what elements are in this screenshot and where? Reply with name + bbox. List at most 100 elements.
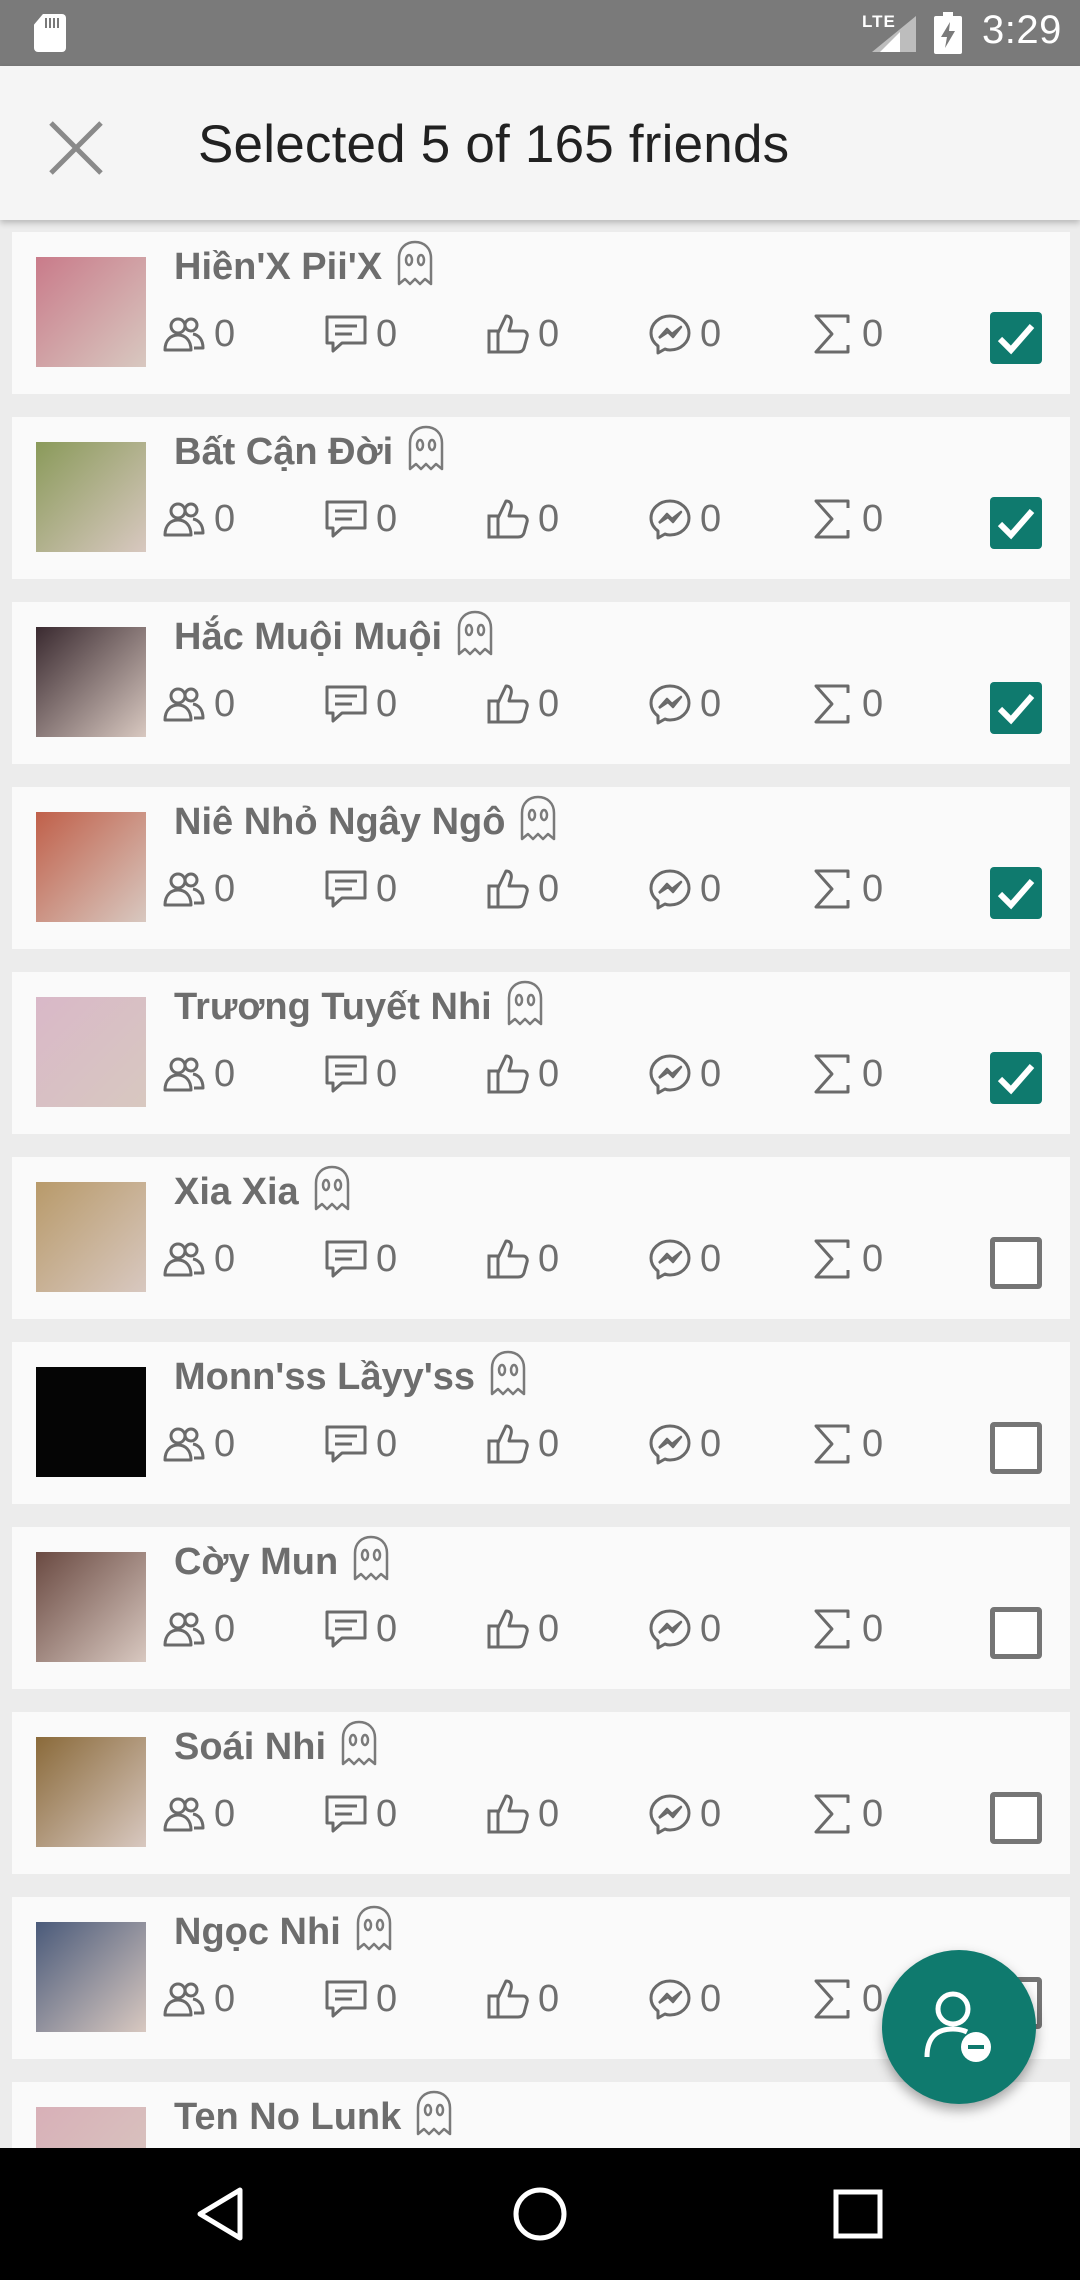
stat-value: 0 — [862, 1793, 884, 1835]
stat-value: 0 — [376, 1978, 398, 2020]
friend-name: Hiền'X Pii'X — [174, 240, 434, 296]
ghost-icon — [313, 1165, 351, 1221]
stat-value: 0 — [214, 868, 236, 910]
stat-value: 0 — [700, 868, 722, 910]
stat-value: 0 — [376, 1423, 398, 1465]
avatar — [36, 1552, 146, 1662]
ghost-icon — [415, 2090, 453, 2146]
home-icon[interactable] — [508, 2182, 572, 2246]
ghost-icon — [355, 1905, 393, 1961]
friend-row[interactable]: Niê Nhỏ Ngây Ngô 0 0 0 0 0 — [12, 787, 1070, 949]
remove-selected-button[interactable] — [882, 1950, 1036, 2104]
stat-value: 0 — [700, 1423, 722, 1465]
friend-name: Ngọc Nhi — [174, 1905, 393, 1961]
avatar — [36, 1922, 146, 2032]
stat-value: 0 — [214, 1423, 236, 1465]
friend-row[interactable]: Xia Xia 0 0 0 0 0 — [12, 1157, 1070, 1319]
back-icon[interactable] — [190, 2182, 254, 2246]
friend-row[interactable]: Monn'ss Lầyy'ss 0 0 0 0 0 — [12, 1342, 1070, 1504]
stat-value: 0 — [700, 1053, 722, 1095]
stat-value: 0 — [538, 868, 560, 910]
stat-value: 0 — [700, 1793, 722, 1835]
avatar — [36, 997, 146, 1107]
stat-value: 0 — [376, 313, 398, 355]
stat-value: 0 — [376, 683, 398, 725]
stat-value: 0 — [214, 498, 236, 540]
stat-value: 0 — [376, 1608, 398, 1650]
stat-value: 0 — [700, 1978, 722, 2020]
stat-value: 0 — [538, 1423, 560, 1465]
friend-name-text: Ngọc Nhi — [174, 1911, 341, 1953]
friend-name-text: Monn'ss Lầyy'ss — [174, 1356, 476, 1398]
stat-value: 0 — [214, 1978, 236, 2020]
ghost-icon — [352, 1535, 390, 1591]
stat-value: 0 — [538, 1793, 560, 1835]
friend-row[interactable]: Soái Nhi 0 0 0 0 0 — [12, 1712, 1070, 1874]
friend-name-text: Bất Cận Đời — [174, 431, 394, 473]
stat-value: 0 — [538, 498, 560, 540]
stat-value: 0 — [700, 1608, 722, 1650]
stat-value: 0 — [538, 313, 560, 355]
friend-name-text: Ten No Lunk — [174, 2096, 402, 2138]
stat-value: 0 — [376, 498, 398, 540]
friend-name-text: Niê Nhỏ Ngây Ngô — [174, 801, 506, 843]
select-checkbox[interactable] — [990, 1052, 1042, 1104]
stat-value: 0 — [862, 1423, 884, 1465]
stat-value: 0 — [862, 1053, 884, 1095]
friend-row[interactable]: Trương Tuyết Nhi 0 0 0 0 0 — [12, 972, 1070, 1134]
navigation-bar — [0, 2148, 1080, 2280]
select-checkbox[interactable] — [990, 497, 1042, 549]
select-checkbox[interactable] — [990, 682, 1042, 734]
ghost-icon — [519, 795, 557, 851]
recents-icon[interactable] — [826, 2182, 890, 2246]
stat-value: 0 — [862, 868, 884, 910]
friend-name: Xia Xia — [174, 1165, 351, 1221]
friend-row[interactable]: Cờy Mun 0 0 0 0 0 — [12, 1527, 1070, 1689]
friend-name-text: Trương Tuyết Nhi — [174, 986, 492, 1028]
friend-row[interactable]: Hắc Muội Muội 0 0 0 0 0 — [12, 602, 1070, 764]
app-bar: Selected 5 of 165 friends — [0, 66, 1080, 220]
friend-name: Bất Cận Đời — [174, 425, 445, 481]
select-checkbox[interactable] — [990, 1607, 1042, 1659]
select-checkbox[interactable] — [990, 867, 1042, 919]
stat-value: 0 — [214, 1053, 236, 1095]
friend-row[interactable]: Hiền'X Pii'X 0 0 0 0 0 — [12, 232, 1070, 394]
close-button[interactable] — [26, 98, 126, 198]
ghost-icon — [340, 1720, 378, 1776]
stat-value: 0 — [862, 498, 884, 540]
friend-name: Hắc Muội Muội — [174, 610, 494, 666]
avatar — [36, 812, 146, 922]
stat-value: 0 — [700, 1238, 722, 1280]
friend-name-text: Cờy Mun — [174, 1541, 339, 1583]
stat-value: 0 — [214, 1793, 236, 1835]
avatar — [36, 1737, 146, 1847]
stat-value: 0 — [862, 1608, 884, 1650]
stat-value: 0 — [700, 683, 722, 725]
status-bar: LTE 3:29 — [0, 0, 1080, 66]
stat-value: 0 — [538, 1053, 560, 1095]
stat-value: 0 — [376, 1793, 398, 1835]
select-checkbox[interactable] — [990, 1422, 1042, 1474]
friend-name: Trương Tuyết Nhi — [174, 980, 544, 1036]
stat-value: 0 — [214, 1608, 236, 1650]
stat-value: 0 — [214, 1238, 236, 1280]
friend-name: Ten No Lunk — [174, 2090, 453, 2146]
clock: 3:29 — [982, 8, 1062, 52]
select-checkbox[interactable] — [990, 1792, 1042, 1844]
ghost-icon — [506, 980, 544, 1036]
friend-name: Monn'ss Lầyy'ss — [174, 1350, 527, 1406]
sd-card-icon — [34, 14, 66, 52]
select-checkbox[interactable] — [990, 312, 1042, 364]
friend-row[interactable]: Bất Cận Đời 0 0 0 0 0 — [12, 417, 1070, 579]
friend-name-text: Hiền'X Pii'X — [174, 246, 383, 288]
avatar — [36, 1367, 146, 1477]
stat-value: 0 — [538, 683, 560, 725]
stat-value: 0 — [538, 1608, 560, 1650]
friend-row[interactable]: Ten No Lunk00000 — [12, 2082, 1070, 2148]
battery-charging-icon — [934, 12, 962, 54]
select-checkbox[interactable] — [990, 1237, 1042, 1289]
stat-value: 0 — [700, 313, 722, 355]
stat-value: 0 — [376, 1238, 398, 1280]
stat-value: 0 — [862, 683, 884, 725]
friend-list[interactable]: Hiền'X Pii'X 0 0 0 0 0 Bất Cận Đời 0 0 0 0 0 Hắc Muộ… — [0, 220, 1080, 2148]
